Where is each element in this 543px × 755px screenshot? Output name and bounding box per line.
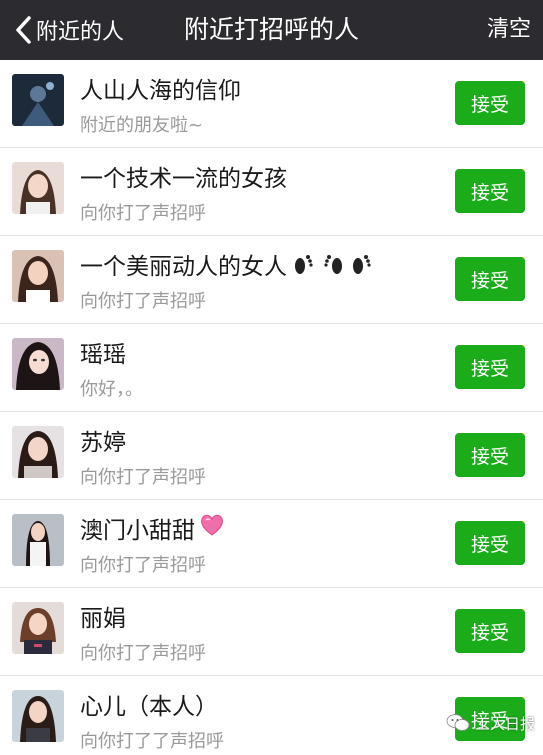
back-button[interactable]: 附近的人 — [10, 10, 124, 50]
chevron-left-icon — [16, 16, 31, 44]
contact-name: 人山人海的信仰 — [80, 78, 241, 104]
greeting-message: 向你打了声招呼 — [80, 291, 206, 312]
wechat-logo-icon — [446, 714, 470, 731]
list-item[interactable]: 丽娟 向你打了声招呼 接受 — [0, 588, 543, 676]
contact-name: 心儿（本人） — [80, 694, 218, 720]
accept-button[interactable]: 接受 — [455, 433, 525, 477]
avatar[interactable] — [12, 250, 64, 302]
watermark-text: 工人日报 — [474, 714, 535, 733]
avatar[interactable] — [12, 426, 64, 478]
greeting-message: 向你打了声招呼 — [80, 467, 206, 488]
accept-button[interactable]: 接受 — [455, 609, 525, 653]
list-item[interactable]: 一个美丽动人的女人 向你打了声招呼 接受 — [0, 236, 543, 324]
list-item[interactable]: 人山人海的信仰 附近的朋友啦~ 接受 — [0, 60, 543, 148]
clear-button[interactable]: 清空 — [487, 0, 531, 60]
avatar[interactable] — [12, 74, 64, 126]
contact-name: 澳门小甜甜 — [80, 511, 225, 545]
list-item[interactable]: 瑶瑶 你好，。 接受 — [0, 324, 543, 412]
list-item[interactable]: 苏婷 向你打了声招呼 接受 — [0, 412, 543, 500]
contact-name: 苏婷 — [80, 430, 126, 456]
pink-heart-icon — [199, 513, 225, 543]
avatar[interactable] — [12, 602, 64, 654]
avatar[interactable] — [12, 690, 64, 742]
contact-name: 瑶瑶 — [80, 342, 126, 368]
back-label: 附近的人 — [36, 20, 125, 45]
navigation-bar: 附近的人 附近打招呼的人 清空 — [0, 0, 543, 60]
greetings-list: 人山人海的信仰 附近的朋友啦~ 接受 一个技术一流的女孩 向你打了声招呼 接受 … — [0, 60, 543, 755]
contact-name: 一个美丽动人的女人 — [80, 247, 375, 281]
avatar[interactable] — [12, 514, 64, 566]
greeting-message: 向你打了了声招呼 — [80, 731, 224, 752]
accept-button[interactable]: 接受 — [455, 345, 525, 389]
greeting-message: 向你打了声招呼 — [80, 643, 206, 664]
accept-button[interactable]: 接受 — [455, 169, 525, 213]
list-item[interactable]: 一个技术一流的女孩 向你打了声招呼 接受 — [0, 148, 543, 236]
contact-name: 丽娟 — [80, 606, 126, 632]
greeting-message: 向你打了声招呼 — [80, 203, 206, 224]
watermark: 工人日报 — [446, 709, 535, 737]
avatar[interactable] — [12, 338, 64, 390]
footprints-icon — [291, 251, 375, 277]
avatar[interactable] — [12, 162, 64, 214]
accept-button[interactable]: 接受 — [455, 521, 525, 565]
greeting-message: 附近的朋友啦~ — [80, 115, 204, 136]
accept-button[interactable]: 接受 — [455, 257, 525, 301]
list-item[interactable]: 澳门小甜甜 向你打了声招呼 接受 — [0, 500, 543, 588]
greeting-message: 向你打了声招呼 — [80, 555, 206, 576]
accept-button[interactable]: 接受 — [455, 81, 525, 125]
greeting-message: 你好，。 — [80, 379, 143, 400]
contact-name: 一个技术一流的女孩 — [80, 166, 287, 192]
